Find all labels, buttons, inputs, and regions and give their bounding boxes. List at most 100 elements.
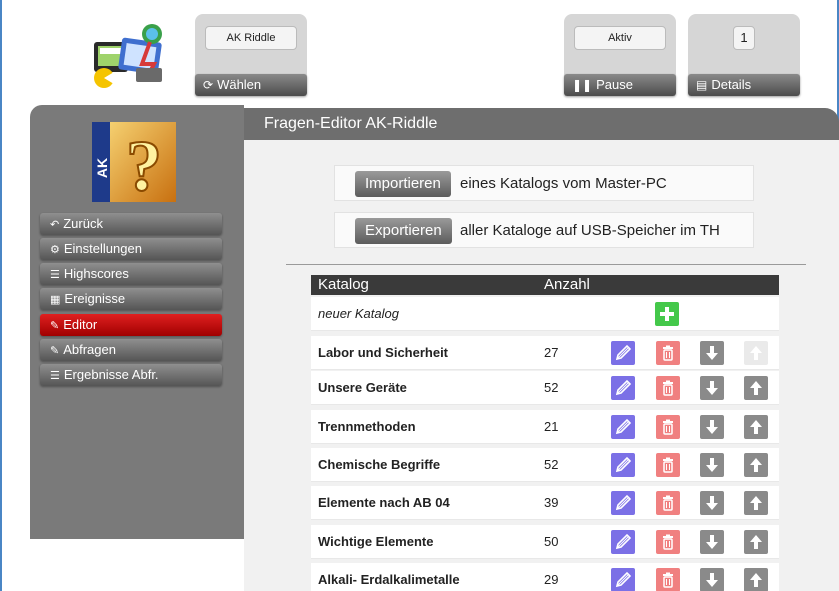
- arrow-up-icon: [750, 496, 762, 510]
- move-up-button[interactable]: [744, 415, 768, 439]
- move-up-button[interactable]: [744, 453, 768, 477]
- move-up-button[interactable]: [744, 568, 768, 591]
- move-down-button[interactable]: [700, 453, 724, 477]
- sidebar-item-settings[interactable]: ⚙ Einstellungen: [40, 238, 222, 260]
- edit-catalog-button[interactable]: [611, 491, 635, 515]
- export-box: Exportieren aller Kataloge auf USB-Speic…: [334, 212, 754, 248]
- import-button[interactable]: Importieren: [355, 171, 451, 197]
- calendar-icon: ▦: [50, 294, 61, 306]
- catalog-name: Trennmethoden: [318, 419, 416, 434]
- pause-button[interactable]: ❚❚ Pause: [564, 74, 676, 96]
- svg-text:?: ?: [126, 126, 162, 202]
- pencil-icon: [615, 571, 632, 588]
- details-button-label: Details: [711, 77, 752, 92]
- catalog-count: 52: [544, 457, 559, 472]
- sidebar-item-editor[interactable]: ✎ Editor: [40, 314, 222, 336]
- move-down-button[interactable]: [700, 568, 724, 591]
- sidebar-item-label: Editor: [63, 317, 98, 332]
- refresh-icon: ⟳: [203, 78, 214, 92]
- export-button[interactable]: Exportieren: [355, 218, 452, 244]
- column-header-catalog: Katalog: [318, 276, 369, 293]
- divider: [286, 264, 806, 265]
- catalog-name: Wichtige Elemente: [318, 534, 434, 549]
- move-down-button[interactable]: [700, 415, 724, 439]
- edit-icon: ✎: [50, 320, 60, 332]
- catalog-count: 29: [544, 572, 559, 587]
- undo-icon: ↶: [50, 219, 60, 231]
- table-row: Alkali- Erdalkalimetalle 29: [311, 563, 779, 591]
- move-down-button[interactable]: [700, 530, 724, 554]
- book-logo: AK ?: [92, 122, 176, 207]
- sidebar-item-label: Ergebnisse Abfr.: [63, 367, 159, 382]
- sidebar-item-back[interactable]: ↶ Zurück: [40, 213, 222, 235]
- count-field: 1: [733, 26, 755, 50]
- delete-catalog-button[interactable]: [656, 341, 680, 365]
- delete-catalog-button[interactable]: [656, 453, 680, 477]
- edit-catalog-button[interactable]: [611, 453, 635, 477]
- arrow-up-icon: [750, 458, 762, 472]
- edit-catalog-button[interactable]: [611, 415, 635, 439]
- delete-catalog-button[interactable]: [656, 376, 680, 400]
- column-header-count: Anzahl: [544, 276, 590, 293]
- move-up-button[interactable]: [744, 376, 768, 400]
- table-row: Chemische Begriffe 52: [311, 448, 779, 482]
- plus-icon: [660, 307, 674, 321]
- select-button[interactable]: ⟳ Wählen: [195, 74, 307, 96]
- edit-catalog-button[interactable]: [611, 568, 635, 591]
- table-row: Trennmethoden 21: [311, 410, 779, 444]
- details-button[interactable]: ▤ Details: [688, 74, 800, 96]
- trash-icon: [663, 534, 673, 550]
- trash-icon: [663, 495, 673, 511]
- pencil-icon: [615, 494, 632, 511]
- move-down-button[interactable]: [700, 341, 724, 365]
- sidebar-item-highscores[interactable]: ☰ Highscores: [40, 263, 222, 285]
- export-description: aller Kataloge auf USB-Speicher im TH: [460, 222, 720, 239]
- status-tile: Aktiv ❚❚ Pause: [564, 14, 676, 96]
- delete-catalog-button[interactable]: [656, 491, 680, 515]
- page-title: Fragen-Editor AK-Riddle: [244, 108, 839, 140]
- move-up-button[interactable]: [744, 530, 768, 554]
- delete-catalog-button[interactable]: [656, 530, 680, 554]
- table-row: Unsere Geräte 52: [311, 371, 779, 405]
- count-tile: 1 ▤ Details: [688, 14, 800, 96]
- edit-icon: ✎: [50, 345, 60, 357]
- table-row: Wichtige Elemente 50: [311, 525, 779, 559]
- app-logo: [80, 20, 180, 92]
- trash-icon: [663, 419, 673, 435]
- arrow-up-icon: [750, 535, 762, 549]
- move-down-button[interactable]: [700, 376, 724, 400]
- catalog-count: 39: [544, 495, 559, 510]
- catalog-name: Labor und Sicherheit: [318, 345, 449, 360]
- import-description: eines Katalogs vom Master-PC: [460, 175, 667, 192]
- details-icon: ▤: [696, 78, 708, 92]
- sidebar-item-label: Einstellungen: [63, 241, 142, 256]
- sidebar-item-label: Zurück: [63, 216, 103, 231]
- trash-icon: [663, 572, 673, 588]
- move-up-button[interactable]: [744, 491, 768, 515]
- arrow-down-icon: [706, 381, 718, 395]
- sidebar-item-queries[interactable]: ✎ Abfragen: [40, 339, 222, 361]
- list-icon: ☰: [50, 370, 60, 382]
- edit-catalog-button[interactable]: [611, 376, 635, 400]
- delete-catalog-button[interactable]: [656, 415, 680, 439]
- list-icon: ☰: [50, 269, 60, 281]
- add-catalog-button[interactable]: [655, 302, 679, 326]
- arrow-down-icon: [706, 458, 718, 472]
- arrow-up-icon: [750, 346, 762, 360]
- edit-catalog-button[interactable]: [611, 341, 635, 365]
- sidebar-item-query-results[interactable]: ☰ Ergebnisse Abfr.: [40, 364, 222, 386]
- arrow-down-icon: [706, 346, 718, 360]
- delete-catalog-button[interactable]: [656, 568, 680, 591]
- pencil-icon: [615, 379, 632, 396]
- new-catalog-label: neuer Katalog: [318, 306, 399, 321]
- trash-icon: [663, 380, 673, 396]
- pencil-icon: [615, 418, 632, 435]
- edit-catalog-button[interactable]: [611, 530, 635, 554]
- sidebar-item-events[interactable]: ▦ Ereignisse: [40, 288, 222, 310]
- catalog-name: Elemente nach AB 04: [318, 495, 450, 510]
- arrow-down-icon: [706, 573, 718, 587]
- move-down-button[interactable]: [700, 491, 724, 515]
- new-catalog-row: neuer Katalog: [311, 297, 779, 331]
- catalog-name: Unsere Geräte: [318, 380, 407, 395]
- move-up-button[interactable]: [744, 341, 768, 365]
